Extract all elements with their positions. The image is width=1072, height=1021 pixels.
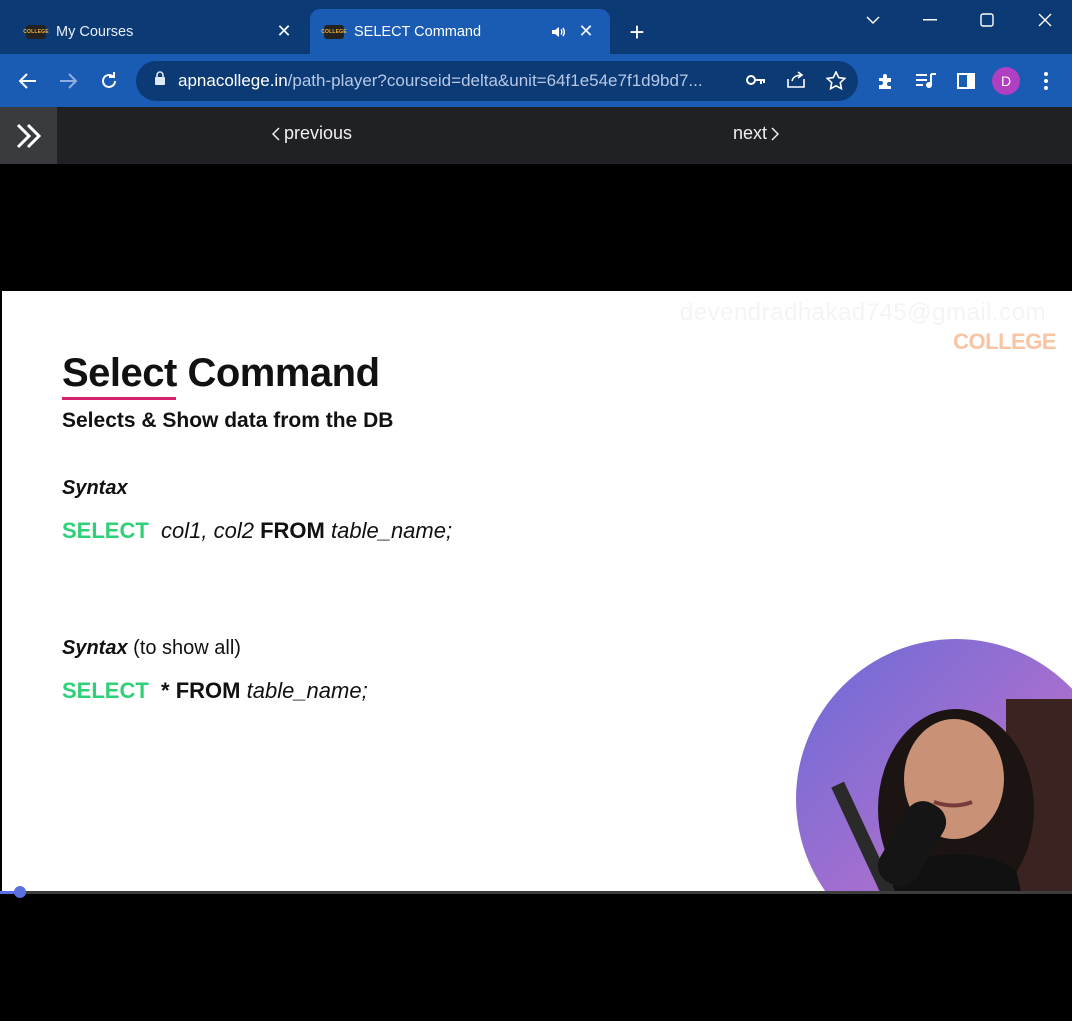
presenter-webcam (796, 639, 1072, 893)
code-line-1: SELECT col1, col2 FROM table_name; (62, 518, 452, 544)
share-icon[interactable] (786, 71, 806, 94)
slide-title: Select Command (62, 351, 380, 395)
url-text[interactable]: apnacollege.in/path-player?courseid=delt… (178, 71, 728, 91)
more-menu-icon[interactable] (1032, 67, 1060, 95)
profile-avatar[interactable]: D (992, 67, 1020, 95)
chevron-left-icon (272, 126, 280, 141)
back-arrow-icon[interactable] (14, 67, 42, 95)
video-player[interactable]: devendradhakad745@gmail.com COLLEGE Sele… (0, 164, 1072, 1021)
lock-icon[interactable] (154, 71, 166, 91)
tab-title: SELECT Command (354, 23, 482, 40)
address-bar[interactable]: apnacollege.in/path-player?courseid=delt… (136, 61, 858, 101)
college-favicon-icon: COLLEGE (321, 24, 347, 39)
chevron-right-icon (771, 126, 780, 141)
star-icon[interactable] (825, 70, 847, 95)
star-from-keyword: * FROM (161, 678, 241, 703)
new-tab-button[interactable]: + (624, 19, 650, 46)
from-keyword: FROM (260, 518, 325, 543)
player-navigation: previous next (0, 107, 1072, 164)
close-tab-icon[interactable]: ✕ (274, 21, 294, 42)
slide-subtitle: Selects & Show data from the DB (62, 409, 394, 432)
syntax-label: Syntax (62, 477, 128, 499)
maximize-icon[interactable] (972, 8, 1002, 32)
college-favicon-icon: COLLEGE (23, 24, 49, 39)
key-icon[interactable] (746, 73, 766, 92)
progress-track[interactable] (0, 891, 1072, 894)
table-name-text: table_name; (246, 678, 368, 703)
media-queue-icon[interactable] (912, 67, 940, 95)
browser-toolbar: apnacollege.in/path-player?courseid=delt… (0, 54, 1072, 107)
title-underline (62, 397, 176, 400)
next-button[interactable]: next (733, 123, 780, 144)
tab-search-chevron-icon[interactable] (858, 8, 888, 32)
tab-my-courses[interactable]: COLLEGE My Courses ✕ (12, 9, 308, 54)
lecture-slide: devendradhakad745@gmail.com COLLEGE Sele… (2, 291, 1072, 893)
previous-button[interactable]: previous (272, 123, 352, 144)
select-keyword: SELECT (62, 518, 149, 543)
table-name-text: table_name; (331, 518, 453, 543)
extensions-puzzle-icon[interactable] (872, 67, 900, 95)
minimize-icon[interactable] (915, 8, 945, 32)
reload-icon[interactable] (95, 67, 123, 95)
previous-label: previous (284, 123, 353, 143)
syntax-label-2: Syntax (62, 637, 128, 659)
code-line-2: SELECT * FROM table_name; (62, 678, 368, 704)
tab-strip: COLLEGE My Courses ✕ COLLEGE SELECT Comm… (0, 0, 1072, 54)
double-chevron-right-icon (16, 123, 41, 148)
syntax-show-all-label: Syntax (to show all) (62, 637, 241, 660)
select-keyword: SELECT (62, 678, 149, 703)
tab-title: My Courses (56, 23, 134, 40)
syntax-suffix: (to show all) (133, 637, 241, 659)
side-panel-icon[interactable] (952, 67, 980, 95)
tab-select-command[interactable]: COLLEGE SELECT Command ✕ (310, 9, 610, 54)
close-tab-icon[interactable]: ✕ (576, 21, 596, 42)
next-label: next (733, 123, 768, 143)
college-logo: COLLEGE (953, 329, 1056, 354)
forward-arrow-icon[interactable] (54, 67, 82, 95)
email-watermark: devendradhakad745@gmail.com (679, 299, 1046, 326)
progress-scrubber-handle[interactable] (14, 886, 26, 898)
speaker-icon[interactable] (548, 22, 568, 42)
close-window-icon[interactable] (1030, 8, 1060, 32)
columns-text: col1, col2 (161, 518, 254, 543)
sidebar-toggle-button[interactable] (0, 107, 57, 164)
